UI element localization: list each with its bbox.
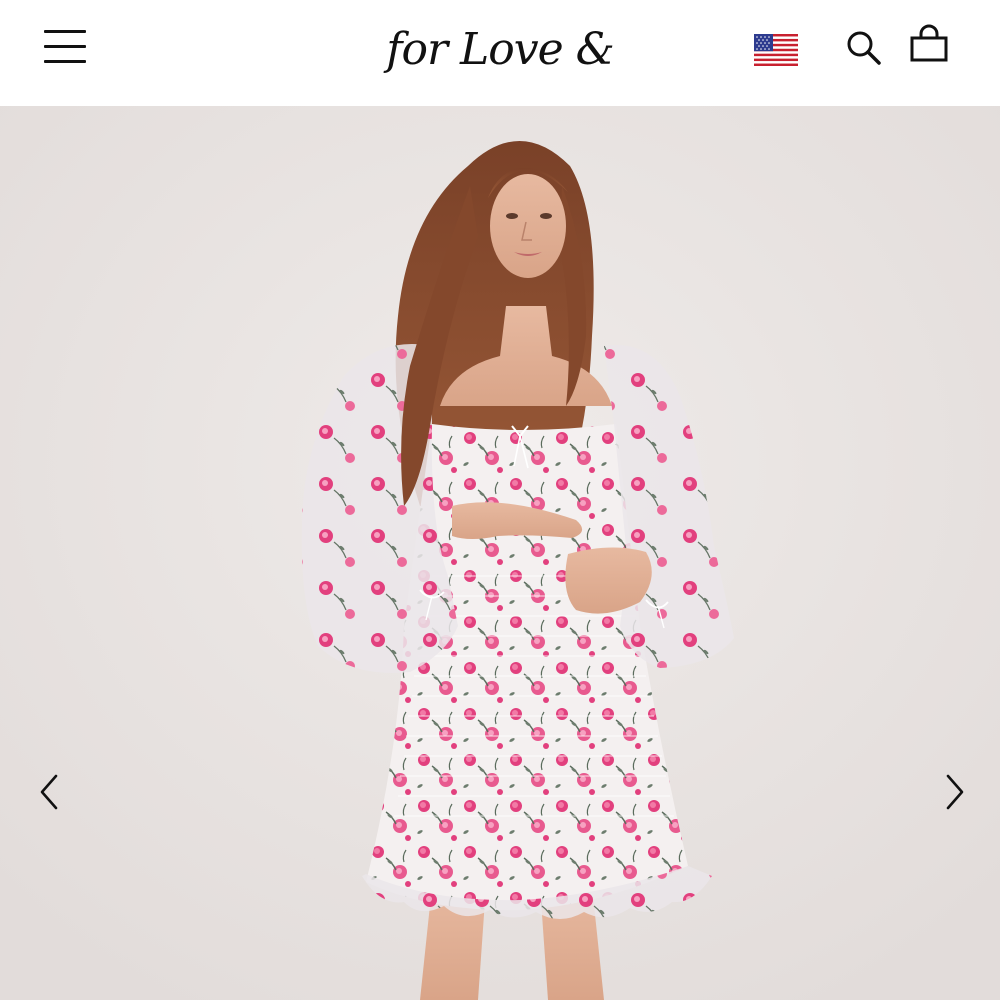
chevron-right-icon[interactable]	[934, 762, 974, 822]
hamburger-menu-icon[interactable]	[44, 30, 86, 64]
product-photo	[0, 106, 1000, 1000]
site-header: for Love & Lemons	[0, 0, 1000, 155]
chevron-left-icon[interactable]	[30, 762, 70, 822]
shopping-bag-icon[interactable]	[908, 24, 950, 66]
product-page: for Love & Lemons	[0, 0, 1000, 1000]
brand-logo-text: for Love & Lemons	[386, 24, 615, 155]
brand-logo[interactable]: for Love & Lemons	[300, 10, 700, 155]
search-icon[interactable]	[844, 28, 884, 68]
us-flag-icon[interactable]	[754, 34, 798, 66]
product-image-gallery[interactable]	[0, 106, 1000, 1000]
